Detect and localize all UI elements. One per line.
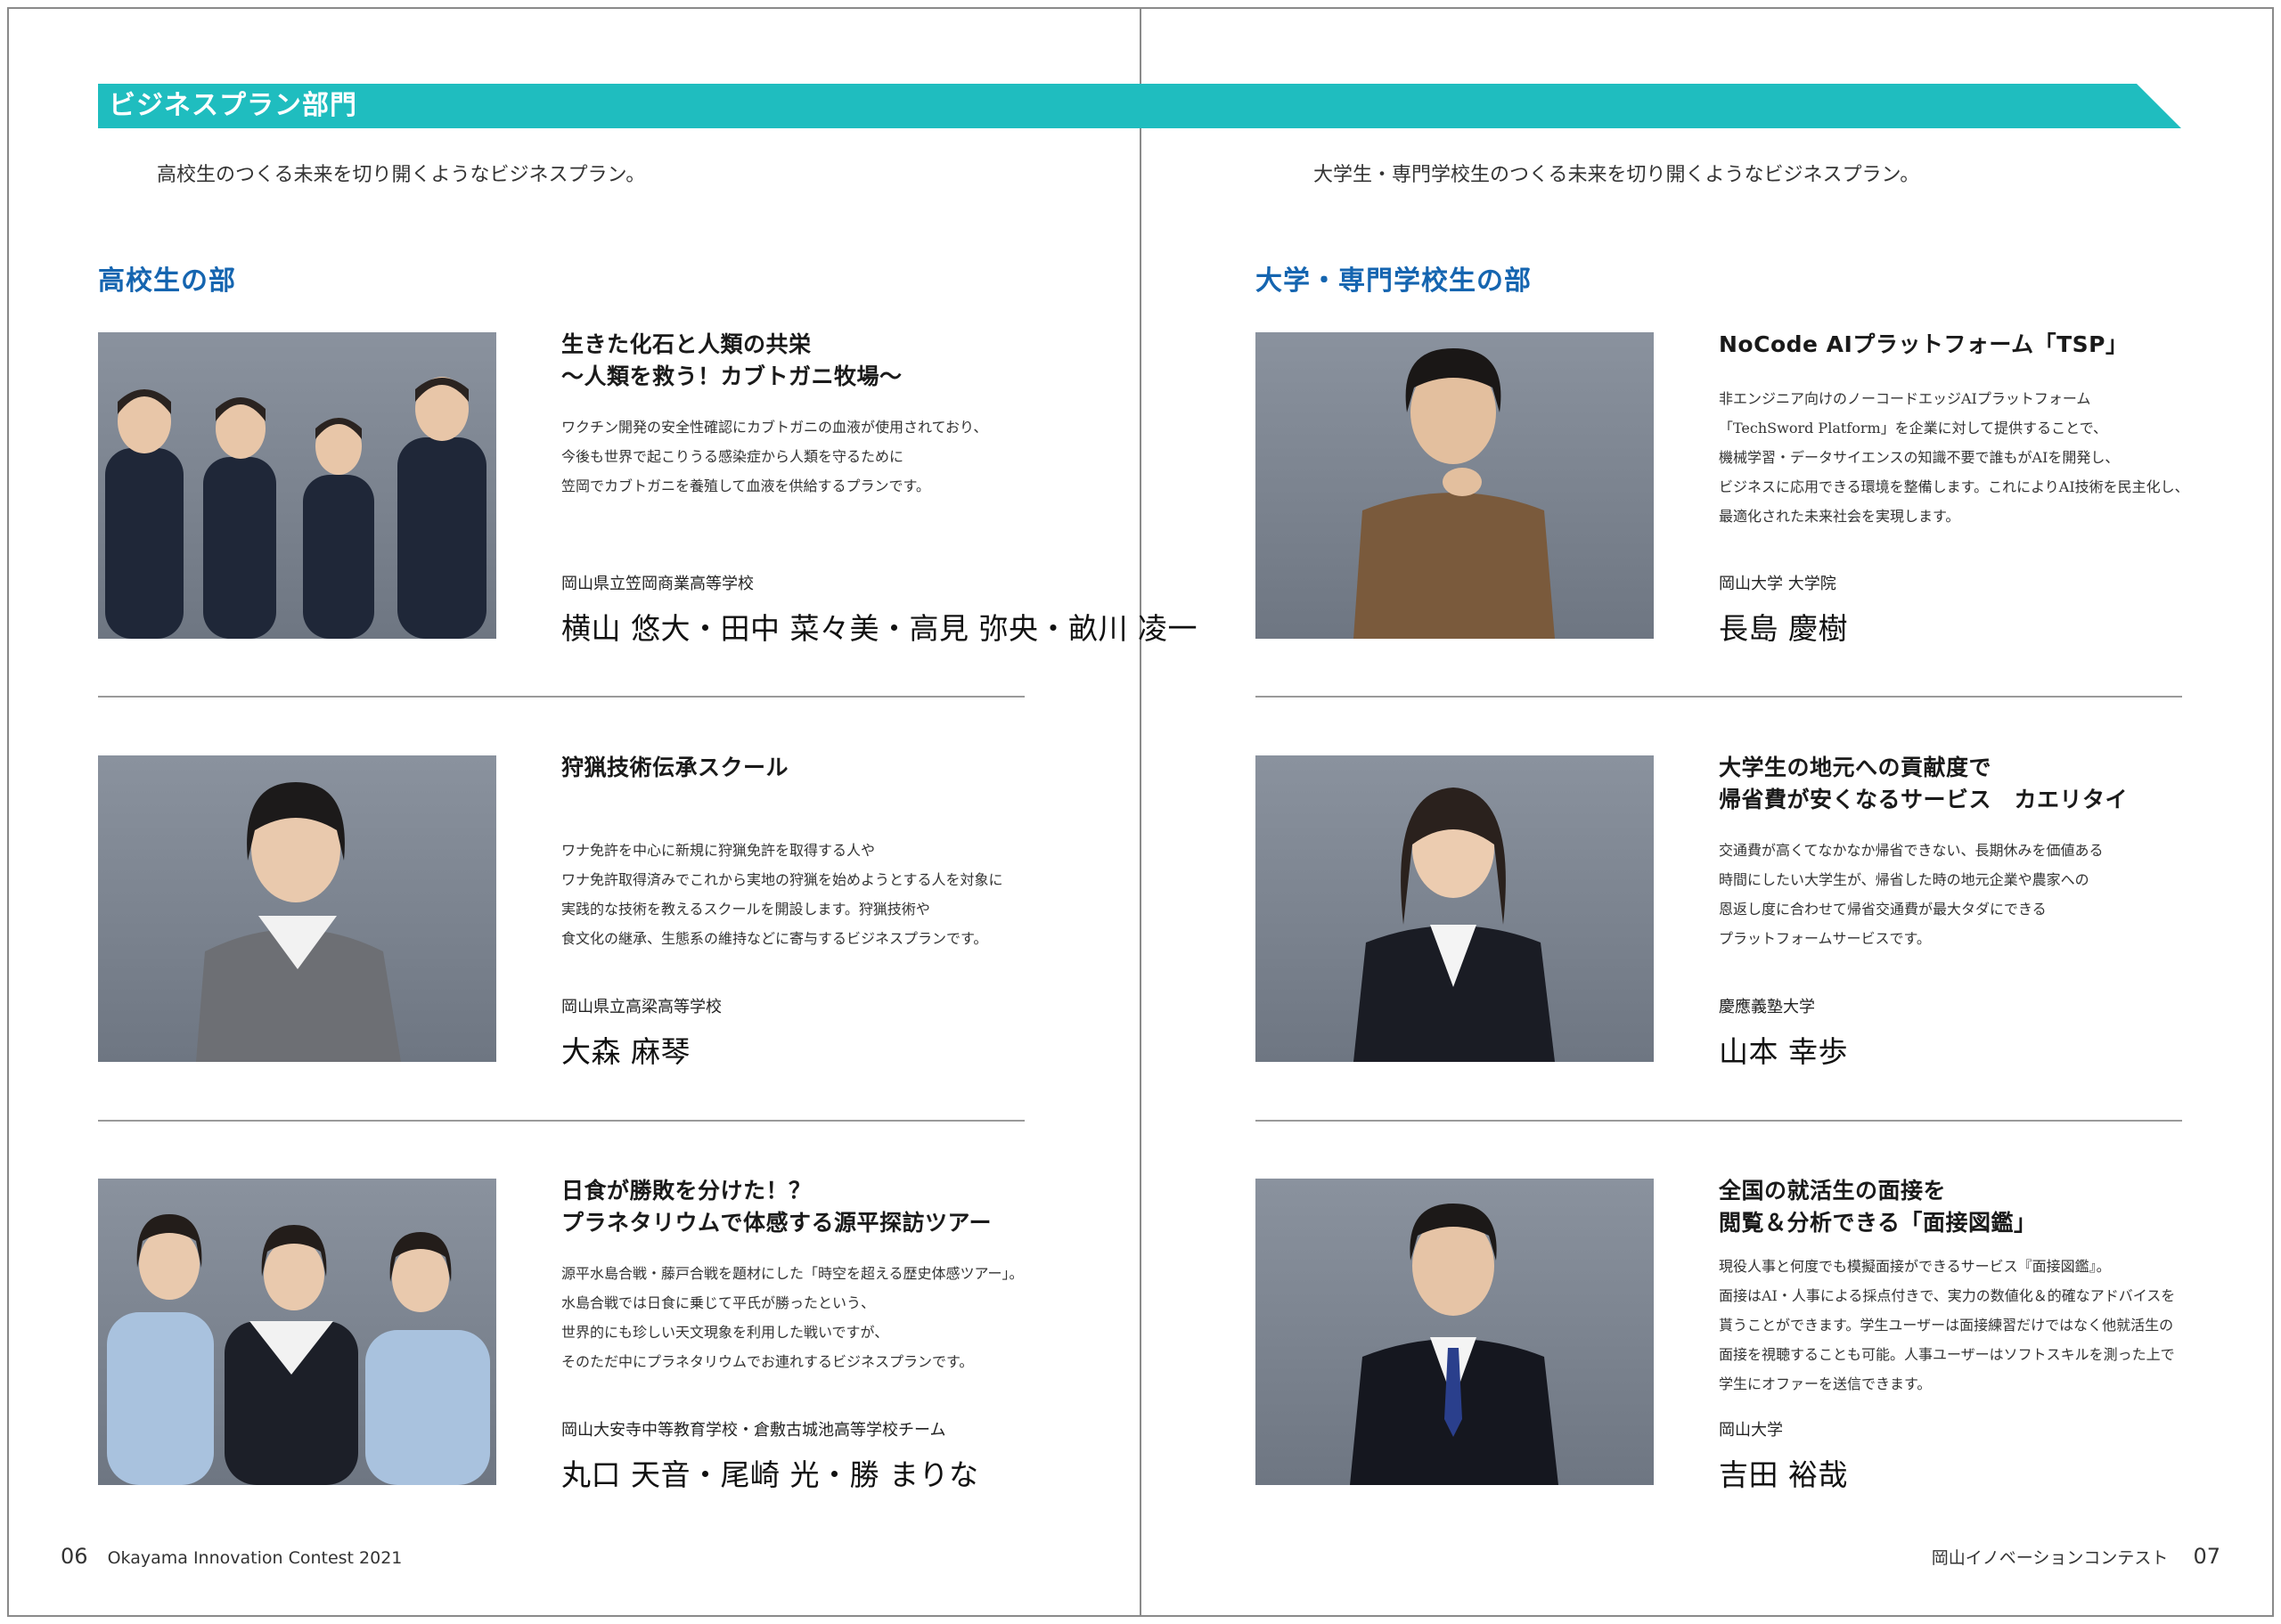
entry-names: 山本 幸歩 xyxy=(1719,1034,1848,1069)
entry-title: 日食が勝敗を分けた！？ プラネタリウムで体感する源平探訪ツアー xyxy=(561,1178,993,1236)
right-footer: 岡山イノベーションコンテスト 07 xyxy=(1932,1544,2220,1569)
right-category-title: 大学・専門学校生の部 xyxy=(1255,265,1532,297)
left-intro: 高校生のつくる未来を切り開くようなビジネスプラン。 xyxy=(157,164,646,186)
group-photo xyxy=(98,332,496,639)
entry-divider xyxy=(98,1120,1025,1122)
entry-description: ワクチン開発の安全性確認にカブトガニの血液が使用されており、 今後も世界で起こり… xyxy=(561,419,988,494)
entry-school: 岡山大安寺中等教育学校・倉敷古城池高等学校チーム xyxy=(561,1421,946,1440)
entry-title: 全国の就活生の面接を 閲覧＆分析できる「面接図鑑」 xyxy=(1719,1178,2037,1236)
entry-names: 吉田 裕哉 xyxy=(1719,1457,1848,1492)
left-footer: 06 Okayama Innovation Contest 2021 xyxy=(61,1544,402,1569)
left-entry-1: 生きた化石と人類の共栄 〜人類を救う！カブトガニ牧場〜 ワクチン開発の安全性確認… xyxy=(98,331,1197,646)
right-intro: 大学生・専門学校生のつくる未来を切り開くようなビジネスプラン。 xyxy=(1313,164,1920,186)
portrait-photo xyxy=(1255,1179,1654,1485)
section-banner xyxy=(98,84,2181,128)
entry-description: ワナ免許を中心に新規に狩猟免許を取得する人や ワナ免許取得済みでこれから実地の狩… xyxy=(561,842,1003,947)
entry-names: 横山 悠大・田中 菜々美・高見 弥央・畝川 凌一 xyxy=(561,611,1198,646)
left-entry-2: 狩猟技術伝承スクール ワナ免許を中心に新規に狩猟免許を取得する人や ワナ免許取得… xyxy=(98,755,1025,1069)
right-entry-1: NoCode AIプラットフォーム「TSP」 非エンジニア向けのノーコードエッジ… xyxy=(1255,331,2189,646)
entry-divider xyxy=(98,696,1025,698)
entry-names: 丸口 天音・尾崎 光・勝 まりな xyxy=(561,1457,979,1492)
page-number: 06 xyxy=(61,1544,88,1569)
portrait-photo xyxy=(1255,755,1654,1062)
portrait-photo xyxy=(98,755,496,1062)
entry-school: 岡山県立高梁高等学校 xyxy=(561,998,722,1016)
entry-description: 非エンジニア向けのノーコードエッジAIプラットフォーム 「TechSword P… xyxy=(1719,390,2189,525)
entry-description: 交通費が高くてなかなか帰省できない、長期休みを価値ある 時間にしたい大学生が、帰… xyxy=(1719,842,2104,947)
left-entry-3: 日食が勝敗を分けた！？ プラネタリウムで体感する源平探訪ツアー 源平水島合戦・藤… xyxy=(98,1178,1025,1492)
entry-school: 岡山県立笠岡商業高等学校 xyxy=(561,575,754,593)
entry-title: NoCode AIプラットフォーム「TSP」 xyxy=(1719,331,2129,357)
entry-description: 現役人事と何度でも模擬面接ができるサービス『面接図鑑』。 面接はAI・人事による… xyxy=(1719,1258,2176,1392)
entry-school: 慶應義塾大学 xyxy=(1719,998,1815,1016)
entry-title: 大学生の地元への貢献度で 帰省費が安くなるサービス カエリタイ xyxy=(1719,755,2129,812)
page-number: 07 xyxy=(2193,1544,2220,1569)
entry-divider xyxy=(1255,1120,2182,1122)
entry-description: 源平水島合戦・藤戸合戦を題材にした「時空を超える歴史体感ツアー」。 水島合戦では… xyxy=(561,1265,1024,1370)
entry-school: 岡山大学 大学院 xyxy=(1719,575,1836,593)
entry-names: 長島 慶樹 xyxy=(1719,611,1848,646)
footer-text: Okayama Innovation Contest 2021 xyxy=(107,1548,403,1568)
left-category-title: 高校生の部 xyxy=(98,265,236,297)
entry-school: 岡山大学 xyxy=(1719,1421,1783,1440)
right-entry-3: 全国の就活生の面接を 閲覧＆分析できる「面接図鑑」 現役人事と何度でも模擬面接が… xyxy=(1255,1178,2182,1492)
portrait-photo xyxy=(1255,332,1654,639)
footer-text: 岡山イノベーションコンテスト xyxy=(1931,1548,2169,1568)
section-title: ビジネスプラン部門 xyxy=(109,90,357,121)
right-entry-2: 大学生の地元への貢献度で 帰省費が安くなるサービス カエリタイ 交通費が高くてな… xyxy=(1255,755,2182,1069)
entry-names: 大森 麻琴 xyxy=(561,1034,691,1069)
entry-title: 生きた化石と人類の共栄 〜人類を救う！カブトガニ牧場〜 xyxy=(561,331,903,389)
page-spine xyxy=(1140,7,1141,1617)
group-photo xyxy=(98,1179,496,1485)
entry-divider xyxy=(1255,696,2182,698)
entry-title: 狩猟技術伝承スクール xyxy=(561,755,789,780)
